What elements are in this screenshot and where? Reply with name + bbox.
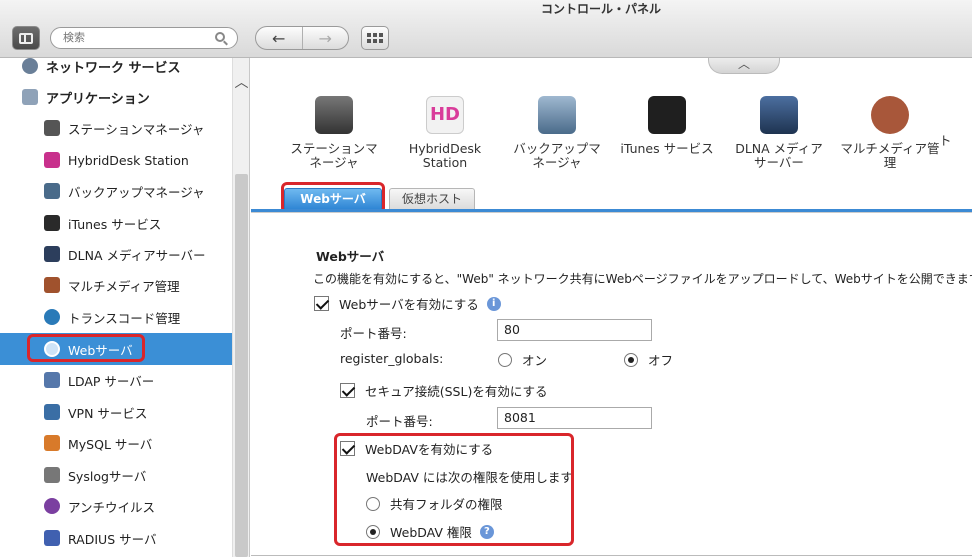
sidebar-item-label: LDAP サーバー xyxy=(68,373,155,389)
description: この機能を有効にすると、"Web" ネットワーク共有にWebページファイルをアッ… xyxy=(313,272,972,286)
ssl-port-field[interactable]: 8081 xyxy=(497,407,652,429)
sidebar-toggle-button[interactable] xyxy=(12,26,40,50)
sidebar-item-label: バックアップマネージャ xyxy=(68,184,205,200)
register-globals-off[interactable]: オフ xyxy=(624,350,673,369)
forward-button[interactable]: → xyxy=(301,27,349,49)
title-bar: コントロール・パネル ← → xyxy=(0,0,972,58)
app-partial[interactable]: ト xyxy=(939,96,972,148)
sidebar-item-label: アプリケーション xyxy=(46,91,150,107)
hybriddesk-icon: HD xyxy=(426,96,464,134)
sidebar-item-label: RADIUS サーバ xyxy=(68,531,157,547)
sidebar-item-label: ステーションマネージャ xyxy=(68,121,205,137)
network-icon xyxy=(22,58,38,74)
sidebar-item-label: MySQL サーバ xyxy=(68,436,153,452)
port-field[interactable]: 80 xyxy=(497,319,652,341)
sidebar-item-label: Syslogサーバ xyxy=(68,468,147,484)
syslog-icon xyxy=(44,467,60,483)
itunes-icon xyxy=(648,96,686,134)
section-title: Webサーバ xyxy=(316,249,385,264)
sidebar-item-backup-manager[interactable]: バックアップマネージャ xyxy=(0,176,232,206)
register-globals-on[interactable]: オン xyxy=(498,350,547,369)
backup-icon xyxy=(538,96,576,134)
enable-ssl[interactable]: セキュア接続(SSL)を有効にする xyxy=(340,381,547,400)
sidebar-item-network[interactable]: ネットワーク サービス xyxy=(0,58,232,81)
web-server-settings: Webサーバ この機能を有効にすると、"Web" ネットワーク共有にWebページ… xyxy=(251,212,972,557)
transcode-icon xyxy=(44,309,60,325)
highlight-box xyxy=(334,433,574,546)
applications-icon xyxy=(22,89,38,105)
sidebar-item-dlna[interactable]: DLNA メディアサーバー xyxy=(0,239,232,269)
itunes-icon xyxy=(44,215,60,231)
sidebar-item-label: トランスコード管理 xyxy=(68,310,181,326)
tab-virtual-host[interactable]: 仮想ホスト xyxy=(389,188,475,210)
vpn-icon xyxy=(44,404,60,420)
register-globals-label: register_globals: xyxy=(340,351,444,366)
window-title: コントロール・パネル xyxy=(540,2,661,16)
sidebar-item-hybriddesk[interactable]: HybridDesk Station xyxy=(0,145,232,175)
sidebar-item-label: iTunes サービス xyxy=(68,216,162,232)
station-manager-icon xyxy=(315,96,353,134)
chevron-up-icon[interactable]: ︿ xyxy=(233,72,250,92)
sidebar-item-station-manager[interactable]: ステーションマネージャ xyxy=(0,113,232,143)
app-multimedia[interactable]: マルチメディア管 理 xyxy=(835,96,945,170)
app-hybriddesk[interactable]: HD HybridDesk Station xyxy=(390,96,500,170)
dlna-icon xyxy=(760,96,798,134)
sidebar-icon xyxy=(19,32,33,44)
sidebar-item-multimedia[interactable]: マルチメディア管理 xyxy=(0,270,232,300)
info-icon[interactable]: i xyxy=(486,296,501,311)
sidebar: ネットワーク サービス アプリケーション ステーションマネージャ HybridD… xyxy=(0,58,250,557)
enable-web-server-checkbox[interactable] xyxy=(314,296,329,311)
highlight-box xyxy=(27,334,145,362)
multimedia-icon xyxy=(871,96,909,134)
antivirus-icon xyxy=(44,498,60,514)
sidebar-item-label: VPN サービス xyxy=(68,405,148,421)
app-station-manager[interactable]: ステーションマ ネージャ xyxy=(279,96,389,170)
hybriddesk-icon xyxy=(44,152,60,168)
main-panel: ︿ ステーションマ ネージャ HD HybridDesk Station バック… xyxy=(251,58,972,557)
off-radio[interactable] xyxy=(624,352,638,367)
radius-icon xyxy=(44,530,60,546)
sidebar-item-syslog[interactable]: Syslogサーバ xyxy=(0,460,232,490)
sidebar-item-label: アンチウイルス xyxy=(68,499,156,515)
on-radio[interactable] xyxy=(498,352,512,367)
app-grid-button[interactable] xyxy=(361,26,389,50)
dlna-icon xyxy=(44,246,60,262)
history-nav: ← → xyxy=(255,26,349,50)
sidebar-item-antivirus[interactable]: アンチウイルス xyxy=(0,491,232,521)
collapse-button[interactable]: ︿ xyxy=(708,58,780,74)
ssl-port-label: ポート番号: xyxy=(366,414,433,429)
app-dlna[interactable]: DLNA メディア サーバー xyxy=(724,96,834,170)
sidebar-item-label: DLNA メディアサーバー xyxy=(68,247,206,263)
sidebar-scrollbar[interactable]: ︿ xyxy=(232,58,249,557)
app-backup-manager[interactable]: バックアップマ ネージャ xyxy=(502,96,612,170)
sidebar-item-itunes[interactable]: iTunes サービス xyxy=(0,208,232,238)
sidebar-item-label: HybridDesk Station xyxy=(68,152,189,168)
scroll-thumb[interactable] xyxy=(235,174,248,557)
search-icon xyxy=(215,32,225,42)
search-box[interactable] xyxy=(50,27,238,49)
enable-ssl-checkbox[interactable] xyxy=(340,383,355,398)
sidebar-item-label: ネットワーク サービス xyxy=(46,60,181,76)
port-label: ポート番号: xyxy=(340,326,407,341)
mysql-icon xyxy=(44,435,60,451)
sidebar-item-mysql[interactable]: MySQL サーバ xyxy=(0,428,232,458)
station-manager-icon xyxy=(44,120,60,136)
sidebar-item-transcode[interactable]: トランスコード管理 xyxy=(0,302,232,332)
back-button[interactable]: ← xyxy=(256,27,302,49)
sidebar-item-ldap[interactable]: LDAP サーバー xyxy=(0,365,232,395)
ldap-icon xyxy=(44,372,60,388)
sidebar-item-label: マルチメディア管理 xyxy=(68,278,180,294)
sidebar-item-applications[interactable]: アプリケーション xyxy=(0,82,232,112)
divider xyxy=(251,555,972,556)
sidebar-item-vpn[interactable]: VPN サービス xyxy=(0,397,232,427)
backup-icon xyxy=(44,183,60,199)
enable-web-server[interactable]: Webサーバを有効にする i xyxy=(314,294,501,313)
app-itunes[interactable]: iTunes サービス xyxy=(612,96,722,156)
multimedia-icon xyxy=(44,277,60,293)
sidebar-item-radius[interactable]: RADIUS サーバ xyxy=(0,523,232,553)
search-input[interactable] xyxy=(63,31,213,44)
